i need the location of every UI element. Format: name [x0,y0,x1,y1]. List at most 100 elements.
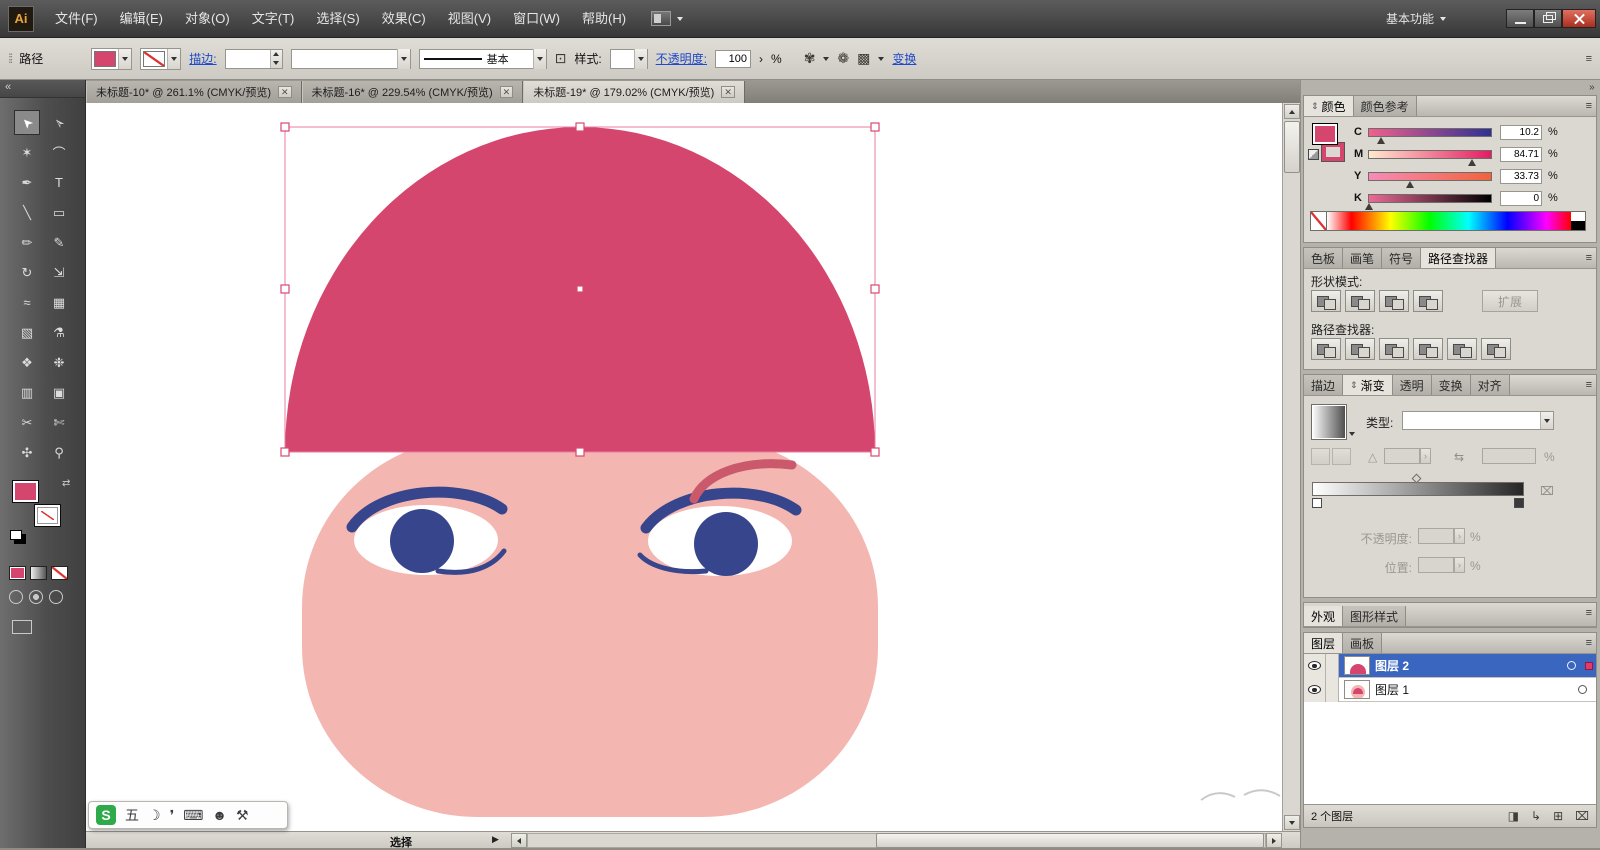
gradient-panel-menu-icon[interactable]: ≡ [1586,379,1592,391]
delete-stop-icon[interactable]: ⌧ [1540,484,1554,498]
tab-swatches[interactable]: 色板 [1304,248,1344,268]
draw-normal-icon[interactable] [9,590,23,604]
stroke-gradient-within-icon[interactable] [1311,448,1330,465]
recolor-dropdown-icon[interactable] [823,56,830,61]
draw-behind-icon[interactable] [29,590,43,604]
intersect-button[interactable] [1379,290,1409,312]
restore-button[interactable] [1534,9,1562,28]
appearance-panel-menu-icon[interactable]: ≡ [1586,607,1592,619]
ime-logo[interactable]: S [96,805,116,825]
scroll-down-icon[interactable] [1284,815,1300,830]
stop-location-input[interactable] [1418,557,1454,573]
lock-toggle[interactable] [1326,653,1339,678]
gradient-type-dropdown-icon[interactable] [1540,412,1553,429]
ime-mode-label[interactable]: 五 [125,805,139,825]
align-options-icon[interactable]: ▩ [857,50,870,67]
tab-graphic-styles[interactable]: 图形样式 [1343,606,1407,626]
symbol-sprayer-tool[interactable]: ❉ [46,350,72,375]
layers-panel-menu-icon[interactable]: ≡ [1586,637,1592,649]
delete-layer-icon[interactable]: ⌧ [1575,809,1589,823]
yellow-slider[interactable] [1368,172,1492,188]
yellow-value-input[interactable] [1500,169,1542,184]
rectangle-tool[interactable]: ▭ [46,200,72,225]
tab-transform[interactable]: 变换 [1431,375,1471,395]
knife-tool[interactable]: ✄ [46,410,72,435]
black-slider-thumb[interactable] [1365,203,1373,210]
lasso-tool[interactable]: ⌒ [46,140,72,165]
ime-toolbar[interactable]: S 五 ☽ ❜ ⌨ ☻ ⚒ [88,801,288,829]
horizontal-scroll-thumb[interactable] [876,833,1264,848]
pencil-tool[interactable]: ✎ [46,230,72,255]
graphic-style-combo[interactable] [609,48,648,69]
selection-handle[interactable] [280,447,290,457]
menu-help[interactable]: 帮助(H) [571,0,637,38]
tab-stroke[interactable]: 描边 [1304,375,1344,395]
tab-color[interactable]: ⇕ 颜色 [1304,96,1354,116]
selection-handle[interactable] [575,122,585,132]
selection-handle[interactable] [575,447,585,457]
workspace-switcher[interactable]: 基本功能 [1386,10,1446,27]
gradient-midpoint-marker[interactable] [1411,473,1422,484]
ime-settings-icon[interactable]: ⚒ [236,807,249,824]
color-panel-menu-icon[interactable]: ≡ [1586,100,1592,112]
menu-object[interactable]: 对象(O) [174,0,241,38]
spectrum-gradient[interactable] [1327,212,1571,230]
layer-row-2[interactable]: 图层 2 [1304,653,1596,678]
yellow-slider-thumb[interactable] [1406,181,1415,188]
tab-artboards[interactable]: 画板 [1343,633,1383,653]
white-swatch[interactable] [1571,212,1585,221]
tab-layers[interactable]: 图层 [1304,633,1344,653]
tab-pathfinder[interactable]: 路径查找器 [1421,248,1497,268]
pathfinder-panel-menu-icon[interactable]: ≡ [1586,252,1592,264]
width-tool[interactable]: ≈ [14,290,40,315]
line-segment-tool[interactable]: ╲ [14,200,40,225]
black-swatch[interactable] [1571,221,1585,230]
symbol-options-icon[interactable]: ❁ [837,50,849,67]
default-fill-stroke-icon[interactable] [10,530,22,540]
fill-dropdown-icon[interactable] [118,48,132,69]
selection-tool[interactable]: ➤ [14,110,40,135]
paintbrush-tool[interactable]: ✏ [14,230,40,255]
brush-definition-combo[interactable] [290,48,411,69]
mesh-tool[interactable]: ▦ [46,290,72,315]
zoom-tool[interactable]: ⚲ [46,440,72,465]
swap-fill-stroke-icon[interactable]: ⇄ [62,478,70,489]
fill-color-well[interactable] [12,480,39,503]
close-tab-icon[interactable]: ✕ [721,86,735,98]
draw-inside-icon[interactable] [49,590,63,604]
tab-gradient[interactable]: ⇕ 渐变 [1343,375,1393,395]
gradient-type-combo[interactable] [1402,411,1554,430]
magic-wand-tool[interactable]: ✶ [14,140,40,165]
color-fill-well[interactable] [1312,123,1338,145]
tab-color-guide[interactable]: 颜色参考 [1353,96,1417,116]
out-of-gamut-cube-icon[interactable] [1308,149,1319,160]
outline-button[interactable] [1447,338,1477,360]
gradient-stop-start[interactable] [1312,498,1322,508]
arrange-documents-icon[interactable] [651,11,672,26]
eyedropper-tool[interactable]: ⚗ [46,320,72,345]
stroke-weight-combo[interactable] [224,48,283,69]
black-slider[interactable] [1365,194,1492,210]
canvas[interactable] [86,103,1282,831]
divide-button[interactable] [1311,338,1341,360]
scroll-right-icon[interactable] [1266,833,1282,848]
minus-back-button[interactable] [1481,338,1511,360]
vertical-scrollbar[interactable] [1282,103,1300,831]
opacity-link[interactable]: 不透明度: [656,50,707,67]
exclude-button[interactable] [1413,290,1443,312]
dock-collapse-icon[interactable]: « [1589,82,1595,93]
style-dropdown-icon[interactable] [633,48,647,69]
recolor-artwork-icon[interactable]: ✾ [804,50,816,67]
gradient-thumbnail-dropdown-icon[interactable] [1349,432,1355,436]
menu-type[interactable]: 文字(T) [241,0,306,38]
selection-handle[interactable] [280,284,290,294]
cyan-slider-thumb[interactable] [1377,137,1386,144]
document-tab-2[interactable]: 未标题-16* @ 229.54% (CMYK/预览) ✕ [301,81,524,103]
stop-opacity-spinner-icon[interactable]: › [1454,528,1465,544]
vertical-scroll-thumb[interactable] [1284,121,1300,173]
gradient-mode-button[interactable] [30,566,47,580]
pen-tool[interactable]: ✒ [14,170,40,195]
close-button[interactable] [1562,9,1596,28]
close-tab-icon[interactable]: ✕ [499,86,514,98]
ime-moon-icon[interactable]: ☽ [148,807,161,824]
